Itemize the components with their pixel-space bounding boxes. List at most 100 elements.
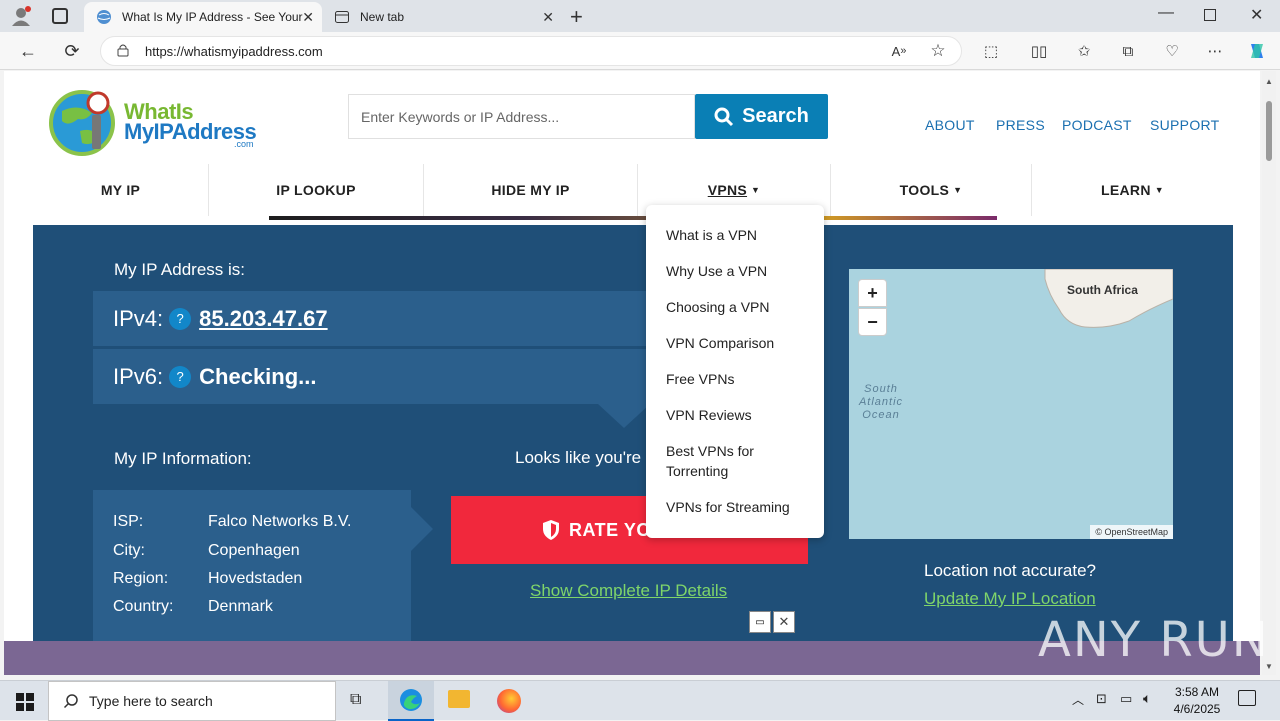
top-link-about[interactable]: ABOUT bbox=[925, 117, 975, 133]
top-link-support[interactable]: SUPPORT bbox=[1150, 117, 1220, 133]
ipv6-row: IPv6: ? Checking... bbox=[93, 349, 653, 404]
lock-icon bbox=[117, 43, 129, 60]
tray-network-icon[interactable]: ▭ bbox=[1120, 691, 1132, 707]
shield-icon bbox=[543, 520, 559, 540]
favorites-icon[interactable]: ✩ bbox=[1073, 40, 1095, 62]
info-key-city: City: bbox=[113, 542, 145, 559]
tab-whatismyip[interactable]: What Is My IP Address - See Your ✕ bbox=[84, 2, 322, 32]
collections-icon[interactable]: ⧉ bbox=[1117, 40, 1139, 62]
logo-suffix: .com bbox=[234, 139, 254, 149]
search-icon bbox=[714, 107, 734, 126]
info-value-city: Copenhagen bbox=[208, 542, 300, 559]
info-key-isp: ISP: bbox=[113, 513, 144, 530]
new-tab-plus-icon[interactable]: + bbox=[570, 4, 583, 30]
refresh-icon[interactable]: ⟳ bbox=[58, 38, 86, 64]
close-icon[interactable]: ✕ bbox=[542, 9, 554, 26]
search-button-label: Search bbox=[742, 105, 809, 127]
taskbar-time[interactable]: 3:58 AM bbox=[1172, 685, 1222, 699]
location-not-accurate: Location not accurate? bbox=[924, 561, 1097, 580]
address-bar[interactable]: https://whatismyipaddress.com bbox=[100, 36, 962, 66]
page-scrollbar[interactable]: ▲ ▼ bbox=[1262, 71, 1276, 675]
zoom-out-button[interactable]: − bbox=[858, 308, 887, 336]
info-heading: My IP Information: bbox=[114, 449, 252, 468]
help-icon[interactable]: ? bbox=[169, 307, 192, 330]
menu-item-why-use-vpn[interactable]: Why Use a VPN bbox=[666, 261, 816, 281]
info-key-region: Region: bbox=[113, 570, 169, 587]
ipv4-label: IPv4: bbox=[113, 305, 164, 331]
taskbar-date[interactable]: 4/6/2025 bbox=[1168, 702, 1226, 716]
minimize-icon[interactable]: — bbox=[1158, 4, 1174, 22]
window-close-icon[interactable]: ✕ bbox=[1250, 5, 1263, 25]
firefox-icon[interactable] bbox=[497, 689, 521, 713]
ad-choices-icon[interactable]: ▭ bbox=[749, 611, 771, 633]
ip-info-box: ISP: Falco Networks B.V. City: Copenhage… bbox=[93, 490, 411, 641]
menu-item-vpn-reviews[interactable]: VPN Reviews bbox=[666, 405, 816, 425]
ip-heading: My IP Address is: bbox=[114, 260, 246, 279]
extensions-icon[interactable]: ⬚ bbox=[980, 40, 1002, 62]
edge-taskbar-icon[interactable] bbox=[388, 681, 434, 721]
tray-volume-icon[interactable]: 🔈︎ bbox=[1143, 690, 1151, 707]
ipv6-label: IPv6: bbox=[113, 363, 164, 389]
map-attribution[interactable]: © OpenStreetMap bbox=[1090, 525, 1173, 539]
back-arrow-icon[interactable]: ← bbox=[14, 38, 42, 64]
close-icon[interactable]: ✕ bbox=[302, 9, 314, 26]
profile-icon[interactable] bbox=[10, 5, 32, 27]
search-input[interactable] bbox=[348, 94, 695, 139]
nav-item-ip-lookup[interactable]: IP LOOKUP bbox=[209, 164, 424, 216]
vpns-dropdown-menu: What is a VPN Why Use a VPN Choosing a V… bbox=[646, 205, 824, 538]
split-screen-icon[interactable]: ▯▯ bbox=[1028, 40, 1050, 62]
show-details-link[interactable]: Show Complete IP Details bbox=[530, 581, 727, 601]
tab-new-tab[interactable]: New tab ✕ bbox=[322, 2, 562, 32]
read-aloud-icon[interactable]: A» bbox=[888, 40, 910, 62]
rate-button-label: RATE YO bbox=[569, 519, 651, 540]
scroll-up-arrow-icon[interactable]: ▲ bbox=[1265, 77, 1273, 86]
top-link-press[interactable]: PRESS bbox=[996, 117, 1045, 133]
map-label-ocean: South Atlantic Ocean bbox=[858, 383, 904, 421]
zoom-in-button[interactable]: + bbox=[858, 279, 887, 307]
main-nav: MY IP IP LOOKUP HIDE MY IP VPNS ▼ TOOLS … bbox=[33, 164, 1233, 216]
task-view-icon[interactable]: ⧉ bbox=[350, 691, 361, 709]
map-label-land: South Africa bbox=[1067, 283, 1138, 297]
tray-meet-icon[interactable]: ⊡ bbox=[1096, 691, 1107, 707]
chevron-down-icon: ▼ bbox=[751, 185, 761, 195]
nav-item-tools[interactable]: TOOLS ▼ bbox=[831, 164, 1032, 216]
menu-item-choosing-vpn[interactable]: Choosing a VPN bbox=[666, 297, 816, 317]
newtab-icon bbox=[334, 9, 350, 25]
tray-chevron-up-icon[interactable]: ︿ bbox=[1072, 691, 1084, 708]
info-pointer bbox=[411, 507, 433, 551]
location-map[interactable]: + − South Africa South Atlantic Ocean © … bbox=[849, 269, 1173, 539]
nav-item-hide-my-ip[interactable]: HIDE MY IP bbox=[424, 164, 638, 216]
search-button[interactable]: Search bbox=[695, 94, 828, 139]
menu-item-what-is-vpn[interactable]: What is a VPN bbox=[666, 225, 816, 245]
copilot-icon[interactable] bbox=[1246, 40, 1268, 62]
favorite-star-icon[interactable]: ☆ bbox=[927, 40, 949, 62]
info-value-region: Hovedstaden bbox=[208, 570, 303, 587]
more-menu-icon[interactable]: ⋯ bbox=[1204, 40, 1226, 62]
notification-icon[interactable] bbox=[1238, 690, 1256, 706]
nav-item-my-ip[interactable]: MY IP bbox=[33, 164, 209, 216]
windows-start-icon[interactable] bbox=[16, 693, 34, 716]
performance-icon[interactable]: ♡ bbox=[1161, 40, 1183, 62]
info-value-country: Denmark bbox=[208, 598, 273, 615]
ip-panel: My IP Address is: IPv4: ? 85.203.47.67 I… bbox=[33, 225, 1233, 641]
menu-item-vpns-streaming[interactable]: VPNs for Streaming bbox=[666, 497, 816, 517]
ipv4-row: IPv4: ? 85.203.47.67 bbox=[93, 291, 653, 346]
help-icon[interactable]: ? bbox=[169, 365, 192, 388]
top-link-podcast[interactable]: PODCAST bbox=[1062, 117, 1132, 133]
menu-item-free-vpns[interactable]: Free VPNs bbox=[666, 369, 816, 389]
anyrun-watermark: ANY RUN bbox=[1038, 612, 1270, 668]
menu-item-vpn-comparison[interactable]: VPN Comparison bbox=[666, 333, 816, 353]
file-explorer-icon[interactable] bbox=[448, 690, 470, 708]
ipv6-value: Checking... bbox=[199, 363, 317, 389]
taskbar-search-box[interactable]: Type here to search bbox=[48, 681, 336, 721]
restore-icon[interactable] bbox=[1204, 9, 1216, 21]
scroll-thumb[interactable] bbox=[1266, 101, 1272, 161]
ad-close-icon[interactable]: ✕ bbox=[773, 611, 795, 633]
update-location-link[interactable]: Update My IP Location bbox=[924, 589, 1096, 609]
web-page: WhatIs MyIPAddress .com Search ABOUT PRE… bbox=[4, 71, 1260, 641]
tab-actions-icon[interactable] bbox=[52, 8, 68, 24]
menu-item-best-vpns-torrenting[interactable]: Best VPNs for Torrenting bbox=[666, 441, 786, 481]
nav-item-learn[interactable]: LEARN ▼ bbox=[1032, 164, 1233, 216]
ipv4-value[interactable]: 85.203.47.67 bbox=[199, 306, 327, 332]
site-logo[interactable]: WhatIs MyIPAddress .com bbox=[48, 87, 268, 159]
